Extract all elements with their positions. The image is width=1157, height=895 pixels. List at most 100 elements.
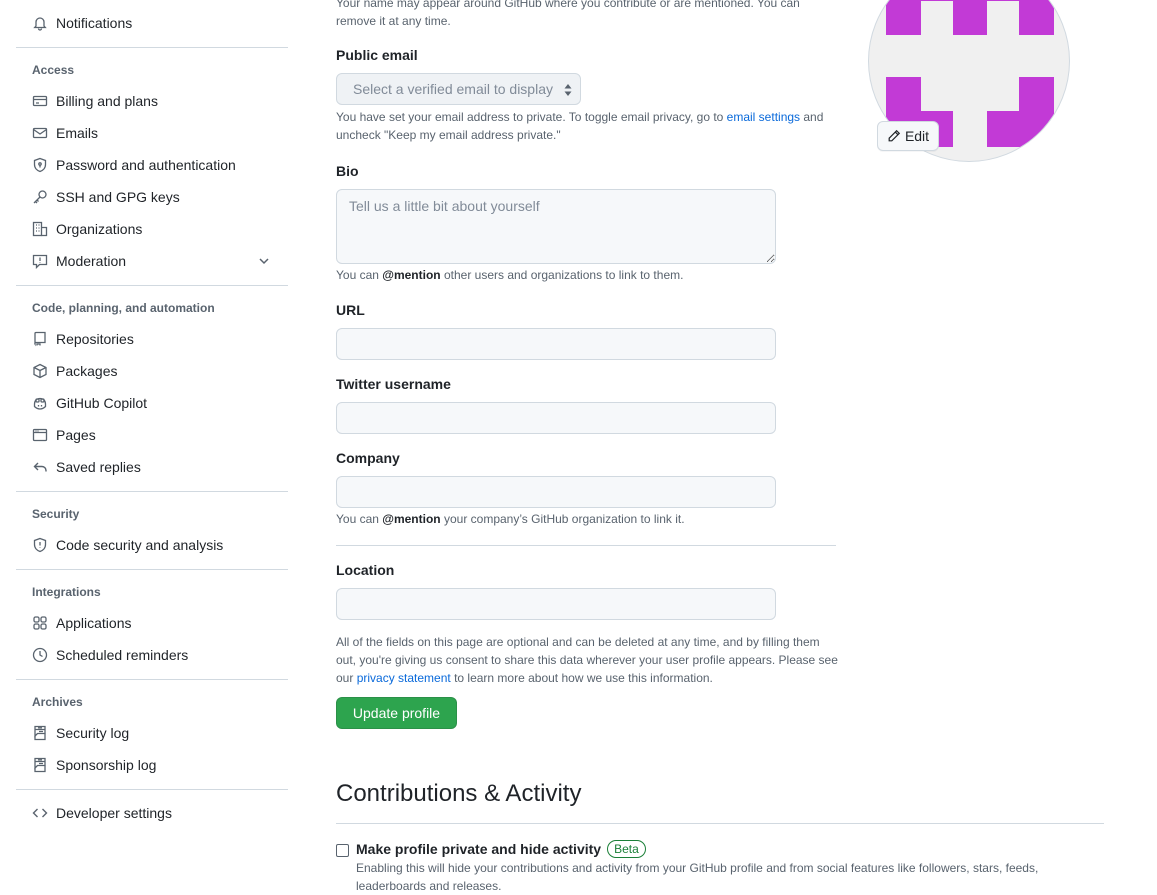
sidebar-heading-archives: Archives — [32, 695, 83, 709]
url-input[interactable] — [336, 328, 776, 360]
package-icon — [32, 363, 48, 379]
sidebar-item-label: Security log — [56, 725, 130, 741]
log-icon — [32, 757, 48, 773]
apps-icon — [32, 615, 48, 631]
bio-note-text: You can — [336, 268, 383, 282]
sidebar-item-security-log[interactable]: Security log — [16, 717, 288, 749]
mention-text: @mention — [382, 268, 441, 282]
bio-label: Bio — [336, 163, 359, 179]
sidebar-item-pages[interactable]: Pages — [16, 419, 288, 451]
select-arrows-icon — [564, 83, 572, 96]
public-email-select[interactable]: Select a verified email to display — [336, 73, 581, 105]
bio-textarea[interactable] — [336, 189, 776, 264]
sidebar-divider — [16, 491, 288, 492]
sidebar-item-label: Applications — [56, 615, 132, 631]
key-icon — [32, 189, 48, 205]
email-note-line: uncheck "Keep my email address private." — [336, 128, 561, 142]
company-label: Company — [336, 450, 400, 466]
sidebar-item-repositories[interactable]: Repositories — [16, 323, 288, 355]
sidebar-item-organizations[interactable]: Organizations — [16, 213, 288, 245]
reply-icon — [32, 459, 48, 475]
sidebar-divider — [16, 789, 288, 790]
avatar-edit-button[interactable]: Edit — [877, 121, 939, 151]
credit-card-icon — [32, 93, 48, 109]
sidebar-item-label: Packages — [56, 363, 118, 379]
public-email-select-value: Select a verified email to display — [353, 81, 553, 97]
sidebar-item-label: Repositories — [56, 331, 134, 347]
private-profile-checkbox[interactable] — [336, 844, 349, 857]
copilot-icon — [32, 395, 48, 411]
email-settings-link[interactable]: email settings — [727, 110, 800, 124]
sidebar-divider — [16, 679, 288, 680]
sidebar-item-billing[interactable]: Billing and plans — [16, 85, 288, 117]
public-email-label: Public email — [336, 47, 418, 63]
sidebar-item-label: Emails — [56, 125, 99, 141]
private-profile-label[interactable]: Make profile private and hide activity Be… — [356, 840, 646, 858]
bio-note: You can @mention other users and organiz… — [336, 266, 836, 284]
sidebar-heading-access: Access — [32, 63, 75, 77]
sidebar-item-code-security[interactable]: Code security and analysis — [16, 529, 288, 561]
organization-icon — [32, 221, 48, 237]
sidebar-item-applications[interactable]: Applications — [16, 607, 288, 639]
sidebar-item-ssh-gpg[interactable]: SSH and GPG keys — [16, 181, 288, 213]
twitter-label: Twitter username — [336, 376, 451, 392]
sidebar-item-saved-replies[interactable]: Saved replies — [16, 451, 288, 483]
sidebar-item-label: Code security and analysis — [56, 537, 224, 553]
private-profile-label-text: Make profile private and hide activity — [356, 841, 602, 857]
sidebar-item-label: Moderation — [56, 253, 127, 269]
report-icon — [32, 253, 48, 269]
sidebar-heading-security: Security — [32, 507, 80, 521]
sidebar-item-scheduled-reminders[interactable]: Scheduled reminders — [16, 639, 288, 671]
sidebar-item-label: Developer settings — [56, 805, 172, 821]
avatar-pixel — [953, 0, 987, 35]
sidebar-item-emails[interactable]: Emails — [16, 117, 288, 149]
company-note-text: your company’s GitHub organization to li… — [440, 512, 685, 526]
consent-text: to learn more about how we use this info… — [450, 671, 713, 685]
shield-icon — [32, 537, 48, 553]
sidebar-heading-code: Code, planning, and automation — [32, 301, 215, 315]
email-note: You have set your email address to priva… — [336, 108, 836, 144]
sidebar-item-label: SSH and GPG keys — [56, 189, 180, 205]
update-profile-button[interactable]: Update profile — [336, 697, 457, 729]
contributions-title: Contributions & Activity — [336, 780, 582, 807]
location-input[interactable] — [336, 588, 776, 620]
sidebar-divider — [16, 47, 288, 48]
chevron-down-icon[interactable] — [256, 253, 272, 269]
sidebar-item-password[interactable]: Password and authentication — [16, 149, 288, 181]
avatar-pixel — [1019, 0, 1054, 35]
name-note-line: Your name may appear around GitHub where… — [336, 0, 800, 10]
consent-line: out, you're giving us consent to share t… — [336, 653, 838, 667]
mention-text: @mention — [382, 512, 441, 526]
consent-text: our — [336, 671, 357, 685]
sidebar-item-label: GitHub Copilot — [56, 395, 148, 411]
pencil-icon — [888, 129, 901, 142]
sidebar-item-notifications[interactable]: Notifications — [16, 7, 288, 39]
location-label: Location — [336, 562, 395, 578]
private-profile-note: Enabling this will hide your contributio… — [356, 859, 1096, 895]
section-divider — [336, 823, 1104, 824]
sidebar-item-copilot[interactable]: GitHub Copilot — [16, 387, 288, 419]
avatar-edit-label: Edit — [904, 128, 930, 144]
sidebar-heading-integrations: Integrations — [32, 585, 101, 599]
email-note-text: and — [800, 110, 824, 124]
sidebar-item-label: Billing and plans — [56, 93, 158, 109]
bio-note-text: other users and organizations to link to… — [440, 268, 684, 282]
sidebar-item-sponsorship-log[interactable]: Sponsorship log — [16, 749, 288, 781]
company-input[interactable] — [336, 476, 776, 508]
sidebar-item-label: Pages — [56, 427, 96, 443]
name-note-line: remove it at any time. — [336, 14, 451, 28]
sidebar-item-label: Scheduled reminders — [56, 647, 189, 663]
shield-lock-icon — [32, 157, 48, 173]
privacy-statement-link[interactable]: privacy statement — [357, 671, 451, 685]
avatar-pixel — [1019, 77, 1054, 147]
twitter-input[interactable] — [336, 402, 776, 434]
sidebar-item-developer-settings[interactable]: Developer settings — [16, 797, 288, 829]
sidebar-item-packages[interactable]: Packages — [16, 355, 288, 387]
sidebar-item-label: Saved replies — [56, 459, 141, 475]
avatar-pixel — [987, 111, 1020, 147]
browser-icon — [32, 427, 48, 443]
private-note-line: Enabling this will hide your contributio… — [356, 861, 1039, 875]
code-icon — [32, 805, 48, 821]
sidebar-item-label: Organizations — [56, 221, 143, 237]
sidebar-item-moderation[interactable]: Moderation — [16, 245, 288, 277]
